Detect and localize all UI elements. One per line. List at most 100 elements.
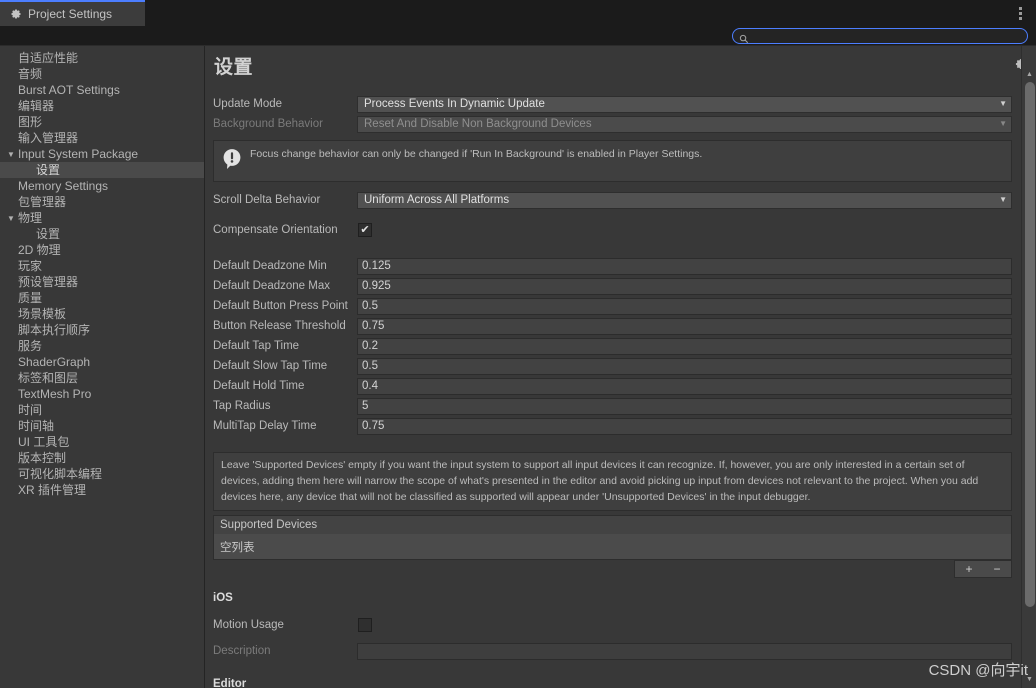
gear-icon	[10, 8, 22, 20]
sidebar-item[interactable]: ▼编辑器	[0, 98, 204, 114]
tab-project-settings[interactable]: Project Settings	[0, 0, 145, 26]
add-device-button[interactable]: +	[965, 563, 972, 575]
sidebar-item[interactable]: ▼可视化脚本编程	[0, 466, 204, 482]
scroll-down-arrow-icon[interactable]: ▼	[1022, 673, 1036, 686]
scrollbar-thumb[interactable]	[1025, 82, 1035, 607]
numeric-input[interactable]: 0.5	[357, 297, 1012, 315]
sidebar-item[interactable]: ▼标签和图层	[0, 370, 204, 386]
numeric-input[interactable]: 0.2	[357, 337, 1012, 355]
sidebar-item[interactable]: ▼设置	[0, 226, 204, 242]
sidebar-item-label: 脚本执行顺序	[18, 323, 91, 337]
supported-devices-info-text: Leave 'Supported Devices' empty if you w…	[221, 459, 979, 503]
sidebar-item[interactable]: ▼脚本执行顺序	[0, 322, 204, 338]
numeric-input[interactable]: 0.925	[357, 277, 1012, 295]
sidebar-item-label: 音频	[18, 67, 43, 81]
sidebar-item[interactable]: ▼UI 工具包	[0, 434, 204, 450]
field-scroll-delta-behavior: Scroll Delta Behavior Uniform Across All…	[205, 190, 1021, 210]
field-label: Default Slow Tap Time	[213, 360, 328, 372]
field-label: Button Release Threshold	[213, 320, 346, 332]
field-motion-description: Description	[205, 641, 1021, 661]
numeric-field-row: Default Deadzone Min 0.125	[205, 256, 1021, 276]
sidebar-item-label: 时间轴	[18, 419, 55, 433]
numeric-input[interactable]: 0.75	[357, 317, 1012, 335]
sidebar-item[interactable]: ▼ 物理	[0, 210, 204, 226]
search-row	[0, 26, 1036, 46]
search-icon	[739, 31, 749, 44]
section-heading-ios: iOS	[213, 592, 233, 605]
field-label: Update Mode	[213, 98, 283, 110]
sidebar-item-label: 玩家	[18, 259, 43, 273]
numeric-input[interactable]: 0.125	[357, 257, 1012, 275]
sidebar-item[interactable]: ▼TextMesh Pro	[0, 386, 204, 402]
page-title: 设置	[214, 56, 254, 78]
numeric-input[interactable]: 5	[357, 397, 1012, 415]
update-mode-dropdown[interactable]: Process Events In Dynamic Update ▼	[357, 95, 1012, 113]
input-value: 0.4	[362, 380, 378, 392]
warning-icon	[222, 148, 242, 175]
sidebar-item-label: UI 工具包	[18, 435, 70, 449]
scroll-delta-behavior-dropdown[interactable]: Uniform Across All Platforms ▼	[357, 191, 1012, 209]
sidebar-item[interactable]: ▼图形	[0, 114, 204, 130]
numeric-input[interactable]: 0.75	[357, 417, 1012, 435]
sidebar-item[interactable]: ▼时间	[0, 402, 204, 418]
chevron-down-icon[interactable]: ▼	[4, 214, 18, 223]
numeric-field-row: Default Hold Time 0.4	[205, 376, 1021, 396]
sidebar-item[interactable]: ▼Memory Settings	[0, 178, 204, 194]
sidebar-item[interactable]: ▼包管理器	[0, 194, 204, 210]
numeric-field-row: Default Slow Tap Time 0.5	[205, 356, 1021, 376]
sidebar-item[interactable]: ▼输入管理器	[0, 130, 204, 146]
sidebar-item[interactable]: ▼设置	[0, 162, 204, 178]
sidebar-item[interactable]: ▼服务	[0, 338, 204, 354]
sidebar-item[interactable]: ▼ Input System Package	[0, 146, 204, 162]
search-input[interactable]	[753, 30, 1013, 42]
input-value: 0.5	[362, 300, 378, 312]
sidebar-item[interactable]: ▼ShaderGraph	[0, 354, 204, 370]
numeric-input[interactable]: 0.4	[357, 377, 1012, 395]
sidebar-item-label: 标签和图层	[18, 371, 79, 385]
input-value: 0.2	[362, 340, 378, 352]
dropdown-value: Uniform Across All Platforms	[364, 194, 510, 206]
window-tab-strip: Project Settings	[0, 0, 1036, 26]
panel-vertical-scrollbar[interactable]: ▲ ▼	[1021, 46, 1036, 688]
sidebar-item-label: 输入管理器	[18, 131, 79, 145]
settings-content: Update Mode Process Events In Dynamic Up…	[205, 84, 1021, 688]
chevron-down-icon[interactable]: ▼	[4, 150, 18, 159]
sidebar-item[interactable]: ▼2D 物理	[0, 242, 204, 258]
sidebar-item[interactable]: ▼预设管理器	[0, 274, 204, 290]
motion-description-input	[357, 642, 1012, 660]
sidebar-item-label: 图形	[18, 115, 43, 129]
remove-device-button[interactable]: −	[993, 563, 1000, 575]
sidebar-item[interactable]: ▼场景模板	[0, 306, 204, 322]
chevron-down-icon: ▼	[999, 99, 1007, 108]
sidebar-item-label: 场景模板	[18, 307, 67, 321]
input-value: 0.75	[362, 320, 385, 332]
sidebar-item-label: Input System Package	[18, 147, 139, 161]
sidebar-item-label: 自适应性能	[18, 51, 79, 65]
sidebar-item[interactable]: ▼自适应性能	[0, 50, 204, 66]
sidebar-item-label: 设置	[36, 227, 61, 241]
input-value: 0.5	[362, 360, 378, 372]
sidebar-item-label: ShaderGraph	[18, 355, 91, 369]
sidebar-item[interactable]: ▼XR 插件管理	[0, 482, 204, 498]
settings-category-sidebar[interactable]: ▼自适应性能▼音频▼Burst AOT Settings▼编辑器▼图形▼输入管理…	[0, 46, 205, 688]
sidebar-item[interactable]: ▼Burst AOT Settings	[0, 82, 204, 98]
sidebar-item[interactable]: ▼质量	[0, 290, 204, 306]
sidebar-item[interactable]: ▼时间轴	[0, 418, 204, 434]
search-box[interactable]	[732, 28, 1028, 44]
chevron-down-icon: ▼	[999, 119, 1007, 128]
sidebar-item-label: Burst AOT Settings	[18, 83, 120, 97]
numeric-input[interactable]: 0.5	[357, 357, 1012, 375]
supported-devices-list[interactable]: 空列表	[213, 534, 1012, 561]
sidebar-item[interactable]: ▼音频	[0, 66, 204, 82]
kebab-menu-icon[interactable]	[1012, 4, 1028, 22]
field-background-behavior: Background Behavior Reset And Disable No…	[205, 114, 1021, 134]
compensate-orientation-checkbox[interactable]: ✔	[358, 223, 372, 237]
motion-usage-checkbox[interactable]	[358, 618, 372, 633]
scroll-up-arrow-icon[interactable]: ▲	[1022, 68, 1036, 81]
sidebar-item-label: 2D 物理	[18, 243, 61, 257]
dropdown-value: Reset And Disable Non Background Devices	[364, 118, 592, 130]
sidebar-item[interactable]: ▼玩家	[0, 258, 204, 274]
field-label: Default Button Press Point	[213, 300, 348, 312]
warning-text: Focus change behavior can only be change…	[250, 148, 703, 160]
sidebar-item[interactable]: ▼版本控制	[0, 450, 204, 466]
